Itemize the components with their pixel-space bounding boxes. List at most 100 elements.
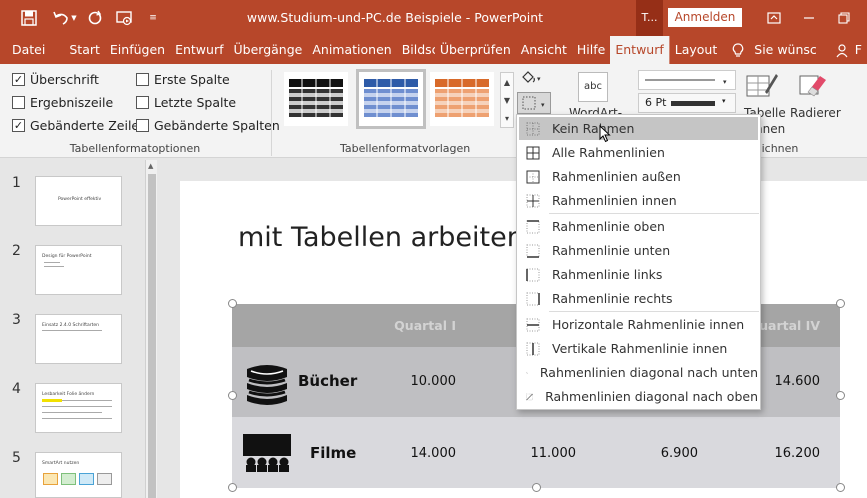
checkbox-letzte-spalte[interactable]: Letzte Spalte [136, 95, 236, 110]
menu-item-top-border[interactable]: Rahmenlinie oben [519, 215, 758, 238]
gallery-up-icon[interactable]: ▲ [504, 78, 510, 87]
menu-item-inside-borders[interactable]: Rahmenlinien innen [519, 189, 758, 212]
restore-icon[interactable] [832, 8, 856, 28]
tab-einfuegen[interactable]: Einfügen [105, 36, 170, 64]
menu-item-all-borders[interactable]: Alle Rahmenlinien [519, 141, 758, 164]
eraser-icon[interactable] [798, 70, 828, 103]
books-icon [243, 359, 291, 408]
menu-item-diagonal-down-border[interactable]: Rahmenlinien diagonal nach unten [519, 361, 758, 384]
share-person-icon[interactable] [822, 36, 853, 64]
table-cell[interactable]: 16.200 [744, 446, 821, 461]
login-button[interactable]: Anmelden [668, 8, 742, 27]
diagonal-up-border-icon [526, 393, 533, 400]
tab-table-entwurf[interactable]: Entwurf [610, 36, 669, 64]
no-border-icon [526, 122, 540, 135]
slide-thumbnail-4[interactable]: Lesbarkeit Folie ändern [35, 383, 122, 433]
tab-entwurf[interactable]: Entwurf [170, 36, 228, 64]
gallery-down-icon[interactable]: ▼ [504, 96, 510, 105]
menu-item-outside-borders[interactable]: Rahmenlinien außen [519, 165, 758, 188]
slide-thumbnail-2[interactable]: Design für PowerPoint [35, 245, 122, 295]
table-style-thumb-blue-selected[interactable] [356, 69, 426, 129]
scroll-up-icon[interactable]: ▲ [148, 162, 153, 170]
menu-item-left-border[interactable]: Rahmenlinie links [519, 263, 758, 286]
gallery-scroll-arrows[interactable]: ▲ ▼ ▾ [500, 72, 514, 128]
slide-thumbnail-5[interactable]: SmartArt nutzen [35, 452, 122, 498]
eraser-label[interactable]: Radierer [790, 106, 841, 120]
table-cell[interactable]: 6.900 [624, 446, 698, 461]
checkbox-ueberschrift-box[interactable]: ✓ [12, 73, 25, 86]
menu-item-inside-vertical-border[interactable]: Vertikale Rahmenlinie innen [519, 337, 758, 360]
slide-thumbnail-1[interactable]: PowerPoint effektiv [35, 176, 122, 226]
thumb-smartart-box [97, 473, 112, 485]
resize-handle[interactable] [228, 391, 237, 400]
table-cell[interactable]: 14.000 [382, 446, 457, 461]
row-label-buecher[interactable]: Bücher [298, 372, 357, 390]
borders-dropdown-button[interactable]: ▾ [517, 92, 551, 114]
draw-table-pencil-icon[interactable] [745, 70, 779, 103]
gallery-more-icon[interactable]: ▾ [505, 114, 509, 123]
checkbox-ueberschrift[interactable]: ✓ Überschrift [12, 72, 99, 87]
tab-animationen[interactable]: Animationen [307, 36, 396, 64]
pen-style-dropdown[interactable]: ▾ [638, 70, 736, 90]
resize-handle[interactable] [836, 391, 845, 400]
table-header-cell[interactable]: Quartal I [382, 318, 456, 333]
inside-vertical-border-icon [526, 342, 540, 355]
top-border-icon [526, 219, 540, 233]
pen-weight-dropdown[interactable]: 6 Pt ▾ [638, 93, 736, 113]
table-cell[interactable]: 10.000 [382, 374, 457, 389]
menu-item-no-border[interactable]: Kein Rahmen [519, 117, 758, 143]
checkbox-gebaenderte-spalten[interactable]: Gebänderte Spalten [136, 118, 280, 133]
slide-title[interactable]: mit Tabellen arbeiten [238, 222, 524, 253]
slide-thumbnail-text: PowerPoint effektiv [58, 197, 102, 202]
checkbox-gebaenderte-spalten-box[interactable] [136, 119, 149, 132]
tab-uebergaenge[interactable]: Übergänge [229, 36, 308, 64]
tab-ueberpruefen[interactable]: Überprüfen [435, 36, 516, 64]
shading-bucket-icon[interactable]: ▾ [520, 70, 544, 89]
menu-item-diagonal-up-border[interactable]: Rahmenlinien diagonal nach oben [519, 385, 758, 408]
pen-weight-value: 6 Pt [645, 96, 667, 109]
table-cell[interactable]: 11.000 [502, 446, 577, 461]
row-label-filme[interactable]: Filme [310, 444, 356, 462]
checkbox-erste-spalte-box[interactable] [136, 73, 149, 86]
bottom-border-icon [526, 244, 540, 258]
tab-bildschirmpraesentation[interactable]: Bildschirmpräsentatio [397, 36, 435, 64]
tab-datei[interactable]: Datei [0, 36, 59, 64]
slide-thumbnail-text: Einsatz 2.4.0 Schriftarten [42, 323, 100, 328]
checkbox-gebaenderte-zeilen[interactable]: ✓ Gebänderte Zeilen [12, 118, 147, 133]
checkbox-ergebniszeile[interactable]: Ergebniszeile [12, 95, 113, 110]
resize-handle[interactable] [836, 483, 845, 492]
menu-item-bottom-border[interactable]: Rahmenlinie unten [519, 239, 758, 262]
checkbox-letzte-spalte-box[interactable] [136, 96, 149, 109]
tab-table-layout[interactable]: Layout [668, 36, 723, 64]
resize-handle[interactable] [836, 299, 845, 308]
table-style-thumb-dark[interactable] [284, 72, 348, 126]
menu-separator [549, 213, 759, 214]
checkbox-ergebniszeile-box[interactable] [12, 96, 25, 109]
user-account-badge[interactable]: T... [636, 0, 663, 36]
tell-me-bulb-icon[interactable] [722, 36, 749, 64]
diagonal-down-border-icon [526, 371, 528, 374]
ribbon-display-options-icon[interactable] [762, 8, 786, 28]
thumb-line [42, 418, 112, 419]
resize-handle[interactable] [532, 483, 541, 492]
tab-hilfe[interactable]: Hilfe [572, 36, 610, 64]
pen-weight-chevron-icon: ▾ [722, 97, 726, 105]
slides-pane-scrollbar[interactable]: ▲ [145, 160, 157, 498]
table-style-thumb-orange[interactable] [430, 72, 494, 126]
tab-ansicht[interactable]: Ansicht [516, 36, 572, 64]
minimize-icon[interactable] [797, 8, 821, 28]
tell-me-input[interactable]: Sie wünsc [749, 36, 822, 64]
share-label[interactable]: F [853, 36, 867, 64]
tab-start[interactable]: Start [59, 36, 105, 64]
menu-item-inside-horizontal-border[interactable]: Horizontale Rahmenlinie innen [519, 313, 758, 336]
checkbox-erste-spalte[interactable]: Erste Spalte [136, 72, 230, 87]
table-row[interactable]: Filme 14.000 11.000 6.900 16.200 [232, 417, 840, 488]
resize-handle[interactable] [228, 299, 237, 308]
scrollbar-thumb[interactable] [148, 174, 156, 498]
resize-handle[interactable] [228, 483, 237, 492]
menu-item-right-border[interactable]: Rahmenlinie rechts [519, 287, 758, 310]
slide-thumbnail-3[interactable]: Einsatz 2.4.0 Schriftarten [35, 314, 122, 364]
inside-horizontal-border-icon [526, 318, 540, 331]
wordart-quick-styles-icon[interactable]: abc [578, 72, 608, 102]
checkbox-gebaenderte-zeilen-box[interactable]: ✓ [12, 119, 25, 132]
